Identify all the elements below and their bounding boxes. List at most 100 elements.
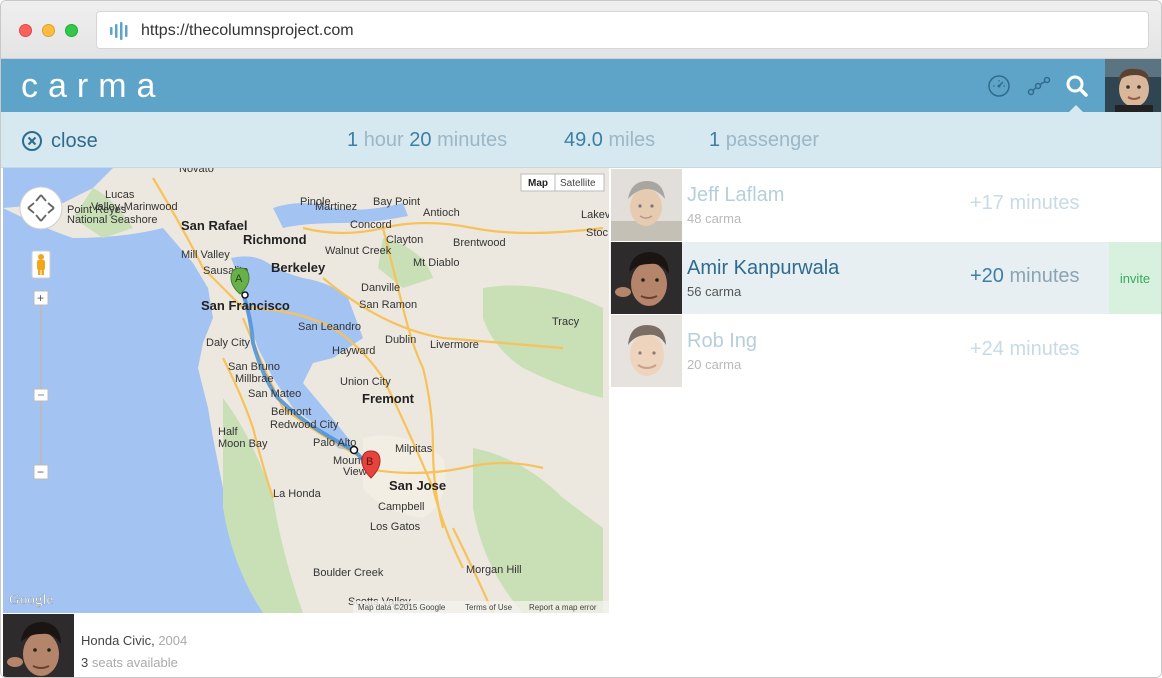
browser-window: https://thecolumnsproject.com carma clos… — [0, 0, 1162, 678]
rider-name[interactable]: Jeff Laflam — [687, 184, 784, 207]
driver-info: Honda Civic, 2004 3 seats available — [1, 613, 1161, 677]
passenger-count: 1 — [709, 129, 721, 151]
trip-summary-bar: close 1 hour 20 minutes 49.0 miles 1 pas… — [1, 112, 1161, 168]
route-map[interactable]: Novato Lucas Valley-Marinwood Point Reye… — [3, 168, 609, 613]
terms-link[interactable]: Terms of Use — [465, 603, 513, 612]
map-attribution: Map data ©2015 Google — [358, 603, 446, 612]
pan-control[interactable] — [19, 186, 63, 230]
car-model: Honda Civic, — [81, 633, 155, 648]
svg-text:Novato: Novato — [179, 168, 214, 175]
site-favicon-icon — [110, 22, 128, 40]
duration-hours-unit: hour — [363, 129, 404, 151]
svg-text:San Mateo: San Mateo — [248, 388, 301, 400]
svg-text:La Honda: La Honda — [273, 488, 322, 500]
seats-count: 3 — [81, 655, 89, 670]
map-type-map-button[interactable]: Map — [528, 178, 548, 189]
svg-text:Tracy: Tracy — [552, 316, 580, 328]
svg-text:Morgan Hill: Morgan Hill — [466, 564, 522, 576]
map-type-satellite-button[interactable]: Satellite — [560, 178, 596, 189]
rider-name[interactable]: Amir Kanpurwala — [687, 257, 839, 280]
svg-text:Walnut Creek: Walnut Creek — [325, 245, 392, 257]
map-canvas[interactable]: Novato Lucas Valley-Marinwood Point Reye… — [3, 168, 609, 613]
street-view-pegman-icon[interactable] — [31, 250, 51, 279]
minimize-window-button[interactable] — [42, 24, 55, 37]
seats-label: seats available — [91, 655, 178, 670]
zoom-in-button[interactable]: + — [33, 290, 49, 306]
svg-text:Danville: Danville — [361, 282, 400, 294]
rider-row[interactable]: Jeff Laflam 48 carma +17 minutes — [610, 169, 1161, 241]
close-button[interactable]: close — [21, 128, 98, 154]
svg-text:Mill Valley: Mill Valley — [181, 249, 230, 261]
rider-avatar — [611, 242, 682, 314]
svg-text:Redwood City: Redwood City — [270, 419, 339, 431]
svg-text:Livermore: Livermore — [430, 339, 479, 351]
svg-text:Mt Diablo: Mt Diablo — [413, 257, 459, 269]
rider-carma: 56 carma — [687, 284, 742, 299]
user-avatar[interactable] — [1105, 59, 1161, 112]
duration-minutes: 20 — [409, 129, 432, 151]
close-window-button[interactable] — [19, 24, 32, 37]
map-type-control[interactable]: Map Satellite — [520, 173, 605, 192]
zoom-slider-handle[interactable] — [33, 388, 49, 402]
user-avatar-photo — [1105, 59, 1161, 112]
svg-text:Daly City: Daly City — [206, 337, 251, 349]
rider-avatar — [611, 169, 682, 241]
report-map-error-link[interactable]: Report a map error — [529, 603, 597, 612]
dashboard-icon[interactable] — [987, 74, 1011, 98]
rider-name[interactable]: Rob Ing — [687, 330, 757, 353]
invite-button[interactable]: invite — [1109, 242, 1161, 314]
svg-text:Stoc: Stoc — [586, 227, 609, 239]
svg-text:San Rafael: San Rafael — [181, 218, 247, 233]
maximize-window-button[interactable] — [65, 24, 78, 37]
svg-text:A: A — [235, 273, 243, 285]
svg-text:Boulder Creek: Boulder Creek — [313, 567, 384, 579]
rider-time-unit: minutes — [1009, 265, 1080, 287]
distance-unit: miles — [608, 129, 656, 151]
svg-text:Antioch: Antioch — [423, 207, 460, 219]
svg-text:−: − — [37, 465, 44, 479]
svg-text:San Francisco: San Francisco — [201, 298, 290, 313]
svg-text:Berkeley: Berkeley — [271, 260, 326, 275]
google-logo[interactable]: Google — [9, 592, 54, 608]
svg-text:San Leandro: San Leandro — [298, 321, 361, 333]
distance-value: 49.0 — [564, 129, 603, 151]
zoom-out-button[interactable]: − — [33, 464, 49, 480]
rider-carma: 48 carma — [687, 211, 742, 226]
app-logo[interactable]: carma — [21, 67, 165, 106]
svg-text:Campbell: Campbell — [378, 501, 424, 513]
search-caret — [1069, 105, 1083, 112]
search-icon[interactable] — [1065, 74, 1089, 98]
driver-avatar — [3, 614, 74, 677]
rider-time-unit: minutes — [1009, 338, 1080, 360]
duration-hours: 1 — [347, 129, 359, 151]
rider-row-selected[interactable]: Amir Kanpurwala 56 carma +20 minutes inv… — [610, 242, 1161, 314]
url-text: https://thecolumnsproject.com — [141, 22, 354, 39]
svg-text:Half: Half — [218, 426, 239, 438]
rider-avatar — [611, 315, 682, 387]
browser-toolbar: https://thecolumnsproject.com — [1, 1, 1161, 59]
svg-text:Concord: Concord — [350, 219, 392, 231]
svg-text:Los Gatos: Los Gatos — [370, 521, 421, 533]
rider-added-time: +20 minutes — [970, 265, 1080, 288]
trip-passengers: 1 passenger — [709, 129, 819, 152]
svg-text:Lakevi: Lakevi — [581, 209, 609, 221]
svg-text:National Seashore: National Seashore — [67, 214, 158, 226]
driver-seats: 3 seats available — [81, 655, 178, 670]
svg-text:Martinez: Martinez — [315, 201, 357, 213]
svg-text:San Ramon: San Ramon — [359, 299, 417, 311]
svg-text:Moon Bay: Moon Bay — [218, 438, 268, 450]
address-bar[interactable]: https://thecolumnsproject.com — [96, 11, 1149, 49]
route-icon[interactable] — [1027, 74, 1051, 98]
svg-text:Dublin: Dublin — [385, 334, 416, 346]
trip-duration: 1 hour 20 minutes — [347, 129, 507, 152]
svg-text:Union City: Union City — [340, 376, 391, 388]
driver-car: Honda Civic, 2004 — [81, 633, 187, 648]
rider-carma: 20 carma — [687, 357, 742, 372]
svg-text:Milpitas: Milpitas — [395, 443, 433, 455]
duration-minutes-unit: minutes — [437, 129, 508, 151]
rider-row[interactable]: Rob Ing 20 carma +24 minutes — [610, 315, 1161, 387]
rider-time-value: +24 — [970, 338, 1004, 360]
rider-added-time: +24 minutes — [970, 338, 1080, 361]
car-year: 2004 — [158, 633, 188, 648]
svg-text:Bay Point: Bay Point — [373, 196, 420, 208]
